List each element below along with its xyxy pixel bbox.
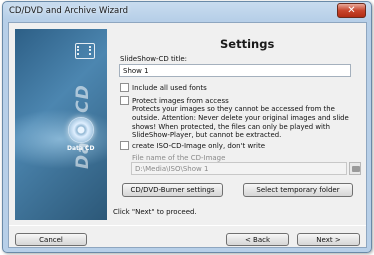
hint-text: Click "Next" to proceed. <box>113 208 197 216</box>
disc-icon <box>68 117 94 143</box>
title-bar[interactable]: CD/DVD and Archive Wizard ✕ <box>3 2 371 21</box>
folder-icon <box>352 166 360 172</box>
browse-button[interactable] <box>349 162 361 175</box>
iso-only-label: create ISO-CD-Image only, don't write <box>132 142 266 150</box>
burner-settings-button[interactable]: CD/DVD-Burner settings <box>122 183 223 197</box>
temp-folder-button[interactable]: Select temporary folder <box>243 183 353 197</box>
wizard-content: Data CD Data CD Settings SlideShow-CD ti… <box>8 22 367 248</box>
page-title: Settings <box>220 37 275 51</box>
cancel-button[interactable]: Cancel <box>15 233 87 246</box>
film-strip-icon <box>75 43 95 59</box>
include-fonts-checkbox[interactable] <box>120 83 129 92</box>
disc-label: Data CD <box>67 145 95 152</box>
include-fonts-label: Include all used fonts <box>132 84 207 92</box>
side-banner: Data CD Data CD <box>15 29 107 220</box>
iso-only-checkbox[interactable] <box>120 141 129 150</box>
close-icon: ✕ <box>347 5 356 16</box>
protect-images-label: Protect images from access <box>132 97 229 105</box>
protect-images-checkbox[interactable] <box>120 96 129 105</box>
protect-images-description: Protects your images so they cannot be a… <box>132 105 349 140</box>
iso-file-input[interactable]: D:\Media\ISO\Show 1 <box>131 162 347 175</box>
slideshow-title-input[interactable]: Show 1 <box>119 64 351 77</box>
slideshow-title-label: SlideShow-CD title: <box>120 55 188 63</box>
wizard-window: CD/DVD and Archive Wizard ✕ Data CD Data… <box>2 1 372 253</box>
footer-divider <box>9 225 366 226</box>
next-button[interactable]: Next > <box>297 233 360 246</box>
iso-file-label: File name of the CD-Image <box>132 154 226 162</box>
close-button[interactable]: ✕ <box>337 3 366 18</box>
back-button[interactable]: < Back <box>226 233 289 246</box>
window-title: CD/DVD and Archive Wizard <box>9 6 128 16</box>
